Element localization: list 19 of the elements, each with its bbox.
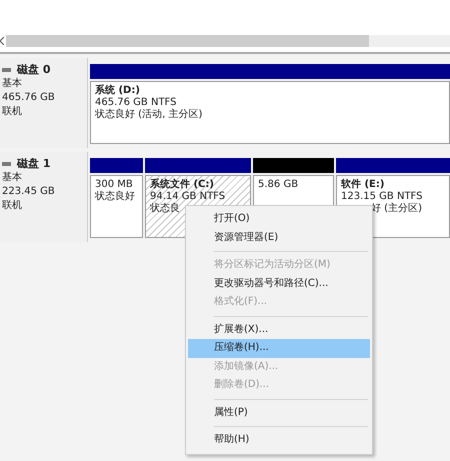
disk-status: 联机 <box>2 199 23 212</box>
disk-type: 基本 <box>2 77 23 90</box>
partition-title: 软件 (E:) <box>341 179 384 191</box>
partition-title: 系统 (D:) <box>95 85 140 97</box>
partition-info: 300 MB <box>95 179 133 190</box>
disk-size: 223.45 GB <box>2 185 56 198</box>
partition-info: 状态良 <box>150 203 180 215</box>
disk-type: 基本 <box>2 171 23 184</box>
partition-info: 状态良好 <box>95 191 135 203</box>
partition-title: 系统文件 (C:) <box>150 179 214 191</box>
disk-size: 465.76 GB <box>2 91 56 104</box>
partition-info: 123.15 GB NTFS <box>341 191 422 202</box>
partition-info: 465.76 GB NTFS <box>95 97 176 108</box>
disk-name: 磁盘 0 <box>17 63 50 76</box>
partition-info: 5.86 GB <box>258 179 298 191</box>
disk-status: 联机 <box>2 105 23 118</box>
disk-name: 磁盘 1 <box>17 157 50 170</box>
partition-info: 94.14 GB NTFS <box>150 191 226 202</box>
partition-info: 状态良好 (活动, 主分区) <box>95 109 202 121</box>
